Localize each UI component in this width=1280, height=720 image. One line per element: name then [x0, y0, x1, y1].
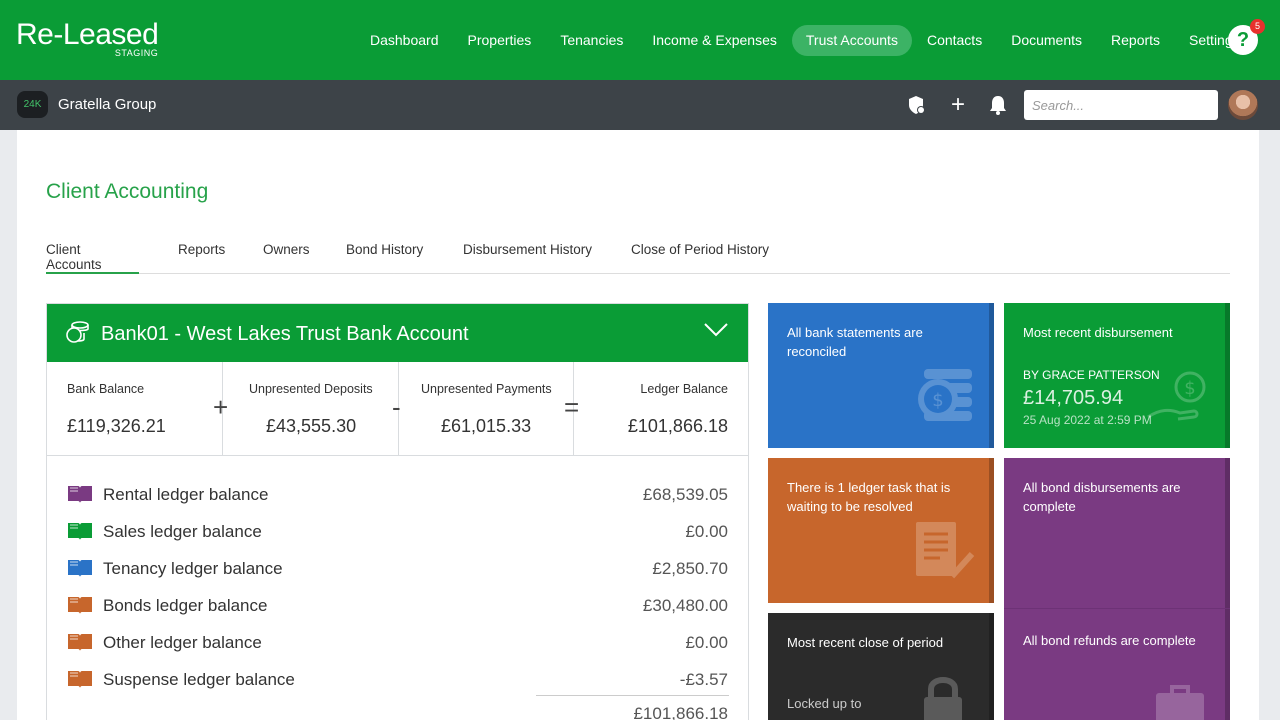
ledger-row-other[interactable]: Other ledger balance £0.00	[67, 632, 729, 669]
tab-close-of-period-history[interactable]: Close of Period History	[631, 242, 769, 274]
app-logo[interactable]: Re-Leased STAGING	[16, 18, 159, 59]
environment-label: STAGING	[114, 48, 159, 58]
tile-bond-refunds[interactable]: All bond refunds are complete	[1004, 608, 1230, 720]
unpresented-payments-label: Unpresented Payments	[421, 382, 552, 396]
tile-bond-disbursements[interactable]: All bond disbursements are complete	[1004, 458, 1230, 608]
tile-recent-disbursement[interactable]: Most recent disbursement BY GRACE PATTER…	[1004, 303, 1230, 448]
tile-close-of-period[interactable]: Most recent close of period Locked up to	[768, 613, 994, 720]
nav-tenancies[interactable]: Tenancies	[546, 25, 637, 56]
hand-money-icon: $	[1147, 371, 1206, 421]
book-icon	[68, 560, 92, 577]
ledger-row-suspense[interactable]: Suspense ledger balance -£3.57	[67, 669, 729, 706]
money-stack-icon: $	[918, 369, 972, 421]
ledger-value: £30,480.00	[642, 596, 728, 615]
bell-icon[interactable]	[987, 94, 1009, 121]
user-avatar[interactable]	[1228, 90, 1258, 120]
ledger-row-bonds[interactable]: Bonds ledger balance £30,480.00	[67, 595, 729, 632]
unpresented-payments-value: £61,015.33	[441, 416, 532, 436]
logo-text: Re-Leased	[16, 18, 159, 51]
ledger-label: Other ledger balance	[103, 633, 262, 652]
bank-account-header[interactable]: Bank01 - West Lakes Trust Bank Account	[47, 304, 748, 362]
tab-reports[interactable]: Reports	[178, 242, 225, 274]
nav-income-expenses[interactable]: Income & Expenses	[638, 25, 791, 56]
book-icon	[68, 486, 92, 503]
add-icon[interactable]: +	[947, 91, 969, 119]
unpresented-deposits-cell: Unpresented Deposits £43,555.30	[223, 362, 398, 456]
main-nav: Dashboard Properties Tenancies Income & …	[356, 25, 1255, 56]
top-navigation-bar: Re-Leased STAGING Dashboard Properties T…	[0, 0, 1280, 80]
tile-text: All bank statements are reconciled	[787, 325, 923, 359]
book-icon	[68, 671, 92, 688]
disbursement-amount: £14,705.94	[1023, 387, 1124, 409]
lock-icon	[924, 677, 962, 720]
ledger-total: £101,866.18	[633, 704, 728, 720]
ledger-row-sales[interactable]: Sales ledger balance £0.00	[67, 521, 729, 558]
disbursement-by: BY GRACE PATTERSON	[1023, 368, 1160, 382]
nav-reports[interactable]: Reports	[1097, 25, 1174, 56]
tab-disbursement-history[interactable]: Disbursement History	[463, 242, 592, 274]
svg-text:$: $	[932, 390, 943, 411]
bank-account-title: Bank01 - West Lakes Trust Bank Account	[101, 323, 469, 345]
ledger-balance-label: Ledger Balance	[640, 382, 728, 396]
book-icon	[68, 523, 92, 540]
book-icon	[68, 597, 92, 614]
tile-bank-statements-reconciled[interactable]: All bank statements are reconciled $	[768, 303, 994, 448]
ledger-value: -£3.57	[679, 670, 728, 689]
ledger-balance-cell: Ledger Balance £101,866.18	[574, 362, 748, 456]
ledger-value: £0.00	[685, 633, 728, 652]
tile-text: There is 1 ledger task that is waiting t…	[787, 480, 951, 514]
ledger-label: Bonds ledger balance	[103, 596, 268, 615]
nav-trust-accounts[interactable]: Trust Accounts	[791, 25, 912, 56]
org-logo[interactable]: 24K	[17, 91, 48, 118]
close-period-title: Most recent close of period	[787, 635, 944, 650]
unpresented-deposits-label: Unpresented Deposits	[249, 382, 373, 396]
notification-badge: 5	[1250, 19, 1265, 34]
ledger-value: £2,850.70	[652, 559, 728, 578]
document-check-icon	[916, 522, 975, 579]
reconciliation-summary: Bank Balance £119,326.21 + Unpresented D…	[47, 362, 748, 456]
nav-dashboard[interactable]: Dashboard	[356, 25, 453, 56]
tile-text: All bond disbursements are complete	[1023, 480, 1181, 514]
nav-properties[interactable]: Properties	[454, 25, 546, 56]
ledger-label: Tenancy ledger balance	[103, 559, 283, 578]
tab-client-accounts[interactable]: Client Accounts	[46, 242, 139, 274]
ledger-row-tenancy[interactable]: Tenancy ledger balance £2,850.70	[67, 558, 729, 595]
bank-balance-value: £119,326.21	[67, 416, 166, 436]
chevron-down-icon[interactable]	[703, 320, 729, 340]
disbursement-date: 25 Aug 2022 at 2:59 PM	[1023, 413, 1152, 427]
page-title: Client Accounting	[46, 180, 209, 203]
tab-owners[interactable]: Owners	[263, 242, 310, 274]
search-input[interactable]	[1024, 90, 1218, 120]
close-period-locked: Locked up to	[787, 696, 862, 711]
bank-balance-label: Bank Balance	[67, 382, 145, 396]
nav-contacts[interactable]: Contacts	[913, 25, 996, 56]
ledger-value: £68,539.05	[642, 485, 728, 504]
ledger-row-rental[interactable]: Rental ledger balance £68,539.05	[67, 484, 729, 521]
unpresented-deposits-value: £43,555.30	[266, 416, 357, 436]
book-icon	[68, 634, 92, 651]
tab-bond-history[interactable]: Bond History	[346, 242, 423, 274]
nav-documents[interactable]: Documents	[997, 25, 1096, 56]
svg-text:$: $	[1184, 378, 1195, 399]
bank-account-card: Bank01 - West Lakes Trust Bank Account B…	[46, 303, 749, 720]
ledger-label: Sales ledger balance	[103, 522, 262, 541]
ledger-label: Suspense ledger balance	[103, 670, 295, 689]
disbursement-title: Most recent disbursement	[1023, 325, 1173, 340]
tile-text: All bond refunds are complete	[1023, 633, 1196, 648]
ledger-value: £0.00	[685, 522, 728, 541]
help-chat-icon[interactable]	[905, 94, 927, 121]
tile-ledger-task[interactable]: There is 1 ledger task that is waiting t…	[768, 458, 994, 603]
ledger-balance-value: £101,866.18	[627, 416, 728, 436]
page-tabs: Client Accounts Reports Owners Bond Hist…	[46, 240, 1230, 274]
total-divider	[536, 695, 729, 696]
unpresented-payments-cell: Unpresented Payments £61,015.33	[399, 362, 573, 456]
bank-balance-cell: Bank Balance £119,326.21	[47, 362, 222, 456]
briefcase-icon	[1156, 685, 1204, 720]
ledger-label: Rental ledger balance	[103, 485, 269, 504]
coins-icon	[66, 321, 89, 343]
org-name[interactable]: Gratella Group	[58, 96, 156, 113]
